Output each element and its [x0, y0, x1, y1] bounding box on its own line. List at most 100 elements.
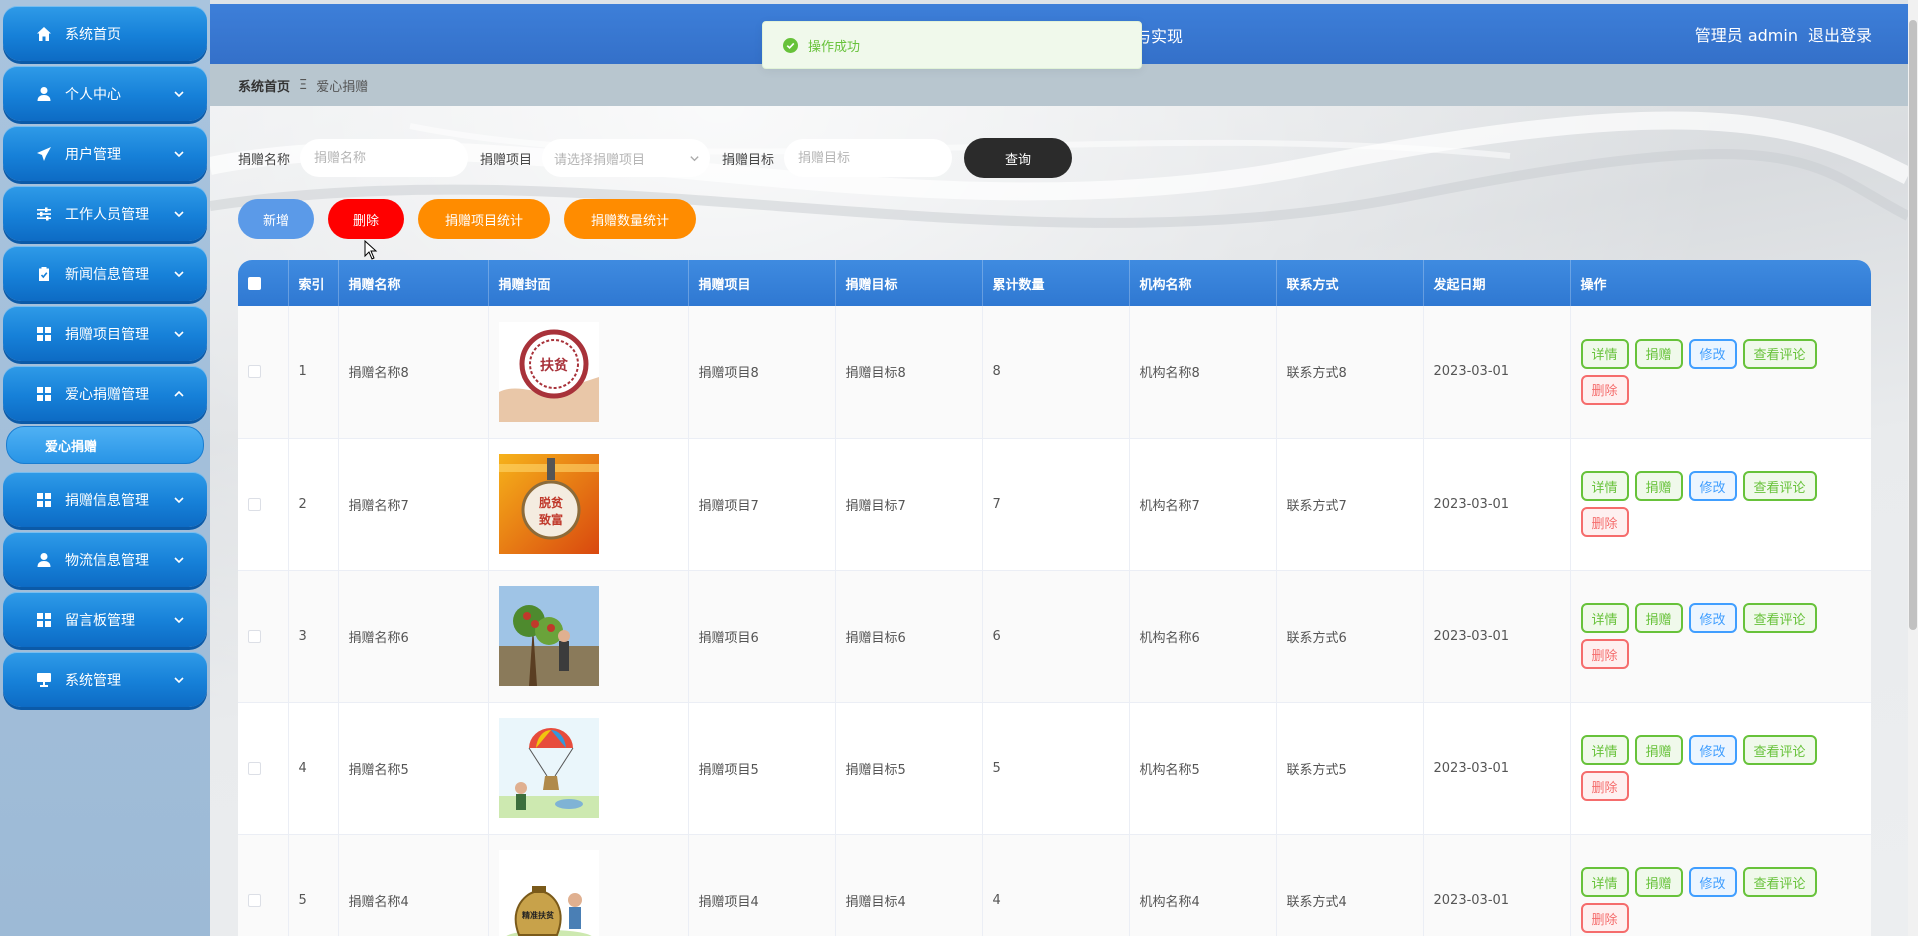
cover-moneybag-image: 精准扶贫 — [498, 850, 688, 936]
edit-button[interactable]: 修改 — [1688, 603, 1737, 633]
donate-button[interactable]: 捐赠 — [1634, 338, 1683, 369]
monitor-icon — [35, 671, 53, 689]
detail-button[interactable]: 详情 — [1580, 603, 1629, 633]
row-select-cell — [238, 306, 289, 438]
sidebar-item-10[interactable]: 系统管理 — [3, 652, 207, 707]
cell-date: 2023-03-01 — [1423, 306, 1571, 438]
donate-button[interactable]: 捐赠 — [1634, 735, 1683, 765]
view-comments-button[interactable]: 查看评论 — [1742, 338, 1817, 369]
row-checkbox[interactable] — [248, 893, 261, 907]
edit-button[interactable]: 修改 — [1688, 735, 1737, 765]
sidebar-item-2[interactable]: 用户管理 — [3, 126, 207, 181]
cell-target: 捐赠目标5 — [835, 702, 983, 834]
grid-icon — [35, 491, 53, 509]
cell-count: 8 — [982, 306, 1130, 438]
row-delete-button[interactable]: 删除 — [1580, 374, 1629, 405]
row-delete-button[interactable]: 删除 — [1580, 771, 1629, 801]
sidebar-item-label: 用户管理 — [65, 146, 121, 163]
cover-balloon-image — [498, 718, 688, 818]
quantity-stats-button[interactable]: 捐赠数量统计 — [564, 199, 696, 239]
sidebar-item-label: 物流信息管理 — [65, 552, 149, 569]
search-name-input[interactable] — [300, 139, 469, 177]
select-all-checkbox[interactable] — [248, 276, 261, 290]
success-toast: 操作成功 — [762, 21, 1142, 69]
query-button[interactable]: 查询 — [964, 138, 1073, 178]
sidebar-item-1[interactable]: 个人中心 — [3, 66, 207, 121]
chevron-down-icon — [173, 88, 185, 100]
sidebar-item-3[interactable]: 工作人员管理 — [3, 186, 207, 241]
paper-plane-icon — [35, 145, 53, 163]
row-checkbox[interactable] — [248, 365, 261, 379]
view-comments-button[interactable]: 查看评论 — [1742, 603, 1817, 633]
sidebar-item-label: 留言板管理 — [65, 612, 135, 629]
edit-button[interactable]: 修改 — [1688, 867, 1737, 897]
donation-table: 索引 捐赠名称 捐赠封面 捐赠项目 捐赠目标 累计数量 机构名称 联系方式 发起… — [238, 260, 1871, 936]
grid-icon — [35, 325, 53, 343]
cell-contact: 联系方式5 — [1276, 702, 1424, 834]
row-checkbox[interactable] — [248, 629, 261, 643]
breadcrumb-home[interactable]: 系统首页 — [238, 76, 290, 95]
svg-text:扶贫: 扶贫 — [540, 357, 569, 374]
donate-button[interactable]: 捐赠 — [1634, 867, 1683, 897]
main-content: 捐赠名称 捐赠项目 请选择捐赠项目 捐赠目标 查询 新增 删除 捐赠项目统计 捐… — [210, 106, 1908, 936]
detail-button[interactable]: 详情 — [1580, 735, 1629, 765]
row-checkbox[interactable] — [248, 761, 261, 775]
batch-delete-button[interactable]: 删除 — [328, 199, 404, 239]
row-delete-button[interactable]: 删除 — [1580, 507, 1629, 537]
row-delete-button[interactable]: 删除 — [1580, 639, 1629, 669]
sidebar-subitem-active[interactable]: 爱心捐赠 — [6, 426, 204, 464]
cell-contact: 联系方式7 — [1276, 438, 1424, 570]
cell-date: 2023-03-01 — [1423, 438, 1571, 570]
edit-button[interactable]: 修改 — [1688, 471, 1737, 501]
sidebar-item-5[interactable]: 捐赠项目管理 — [3, 306, 207, 361]
cell-contact: 联系方式4 — [1276, 834, 1424, 936]
donate-button[interactable]: 捐赠 — [1634, 471, 1683, 501]
project-stats-button[interactable]: 捐赠项目统计 — [418, 199, 550, 239]
breadcrumb-current: 爱心捐赠 — [316, 79, 369, 95]
sidebar-item-9[interactable]: 留言板管理 — [3, 592, 207, 647]
cell-cover — [488, 570, 689, 702]
row-delete-button[interactable]: 删除 — [1580, 903, 1629, 933]
column-header: 捐赠封面 — [488, 260, 689, 306]
logout-link[interactable]: 退出登录 — [1808, 22, 1872, 46]
cell-cover: 扶贫 — [488, 306, 689, 438]
detail-button[interactable]: 详情 — [1580, 867, 1629, 897]
system-title: 与实现 — [1135, 27, 1184, 46]
cell-index: 1 — [288, 306, 339, 438]
row-select-cell — [238, 570, 289, 702]
chevron-down-icon — [173, 494, 185, 506]
view-comments-button[interactable]: 查看评论 — [1742, 867, 1817, 897]
add-button[interactable]: 新增 — [238, 199, 314, 239]
column-header: 捐赠目标 — [835, 260, 983, 306]
sidebar-item-8[interactable]: 物流信息管理 — [3, 532, 207, 587]
scrollbar-thumb[interactable] — [1909, 20, 1917, 630]
sidebar-item-0[interactable]: 系统首页 — [3, 6, 207, 61]
donate-button[interactable]: 捐赠 — [1634, 603, 1683, 633]
cell-count: 4 — [982, 834, 1130, 936]
vertical-scrollbar[interactable] — [1908, 0, 1918, 936]
chevron-down-icon — [173, 208, 185, 220]
row-actions: 详情 捐赠 修改 查看评论删除 — [1580, 603, 1861, 669]
search-target-input[interactable] — [784, 139, 953, 177]
row-select-cell — [238, 702, 289, 834]
row-checkbox[interactable] — [248, 497, 261, 511]
row-select-cell — [238, 438, 289, 570]
cell-index: 2 — [288, 438, 339, 570]
table-row: 1 捐赠名称8 扶贫 捐赠项目8 捐赠目标8 8 机构名称8 联系方式8 2023-03-01 详… — [238, 306, 1871, 438]
cell-org: 机构名称4 — [1129, 834, 1277, 936]
cell-org: 机构名称5 — [1129, 702, 1277, 834]
cover-poverty-badge-image: 脱贫 致富 — [498, 454, 688, 554]
view-comments-button[interactable]: 查看评论 — [1742, 471, 1817, 501]
cell-ops: 详情 捐赠 修改 查看评论删除 — [1570, 306, 1871, 438]
search-project-select[interactable]: 请选择捐赠项目 — [542, 139, 711, 177]
detail-button[interactable]: 详情 — [1580, 471, 1629, 501]
cell-target: 捐赠目标6 — [835, 570, 983, 702]
sidebar-item-4[interactable]: 新闻信息管理 — [3, 246, 207, 301]
sidebar-item-7[interactable]: 捐赠信息管理 — [3, 472, 207, 527]
sidebar-item-6[interactable]: 爱心捐赠管理 — [3, 366, 207, 421]
column-header: 捐赠名称 — [338, 260, 489, 306]
edit-button[interactable]: 修改 — [1688, 338, 1737, 369]
detail-button[interactable]: 详情 — [1580, 338, 1629, 369]
view-comments-button[interactable]: 查看评论 — [1742, 735, 1817, 765]
chevron-up-icon — [173, 388, 185, 400]
